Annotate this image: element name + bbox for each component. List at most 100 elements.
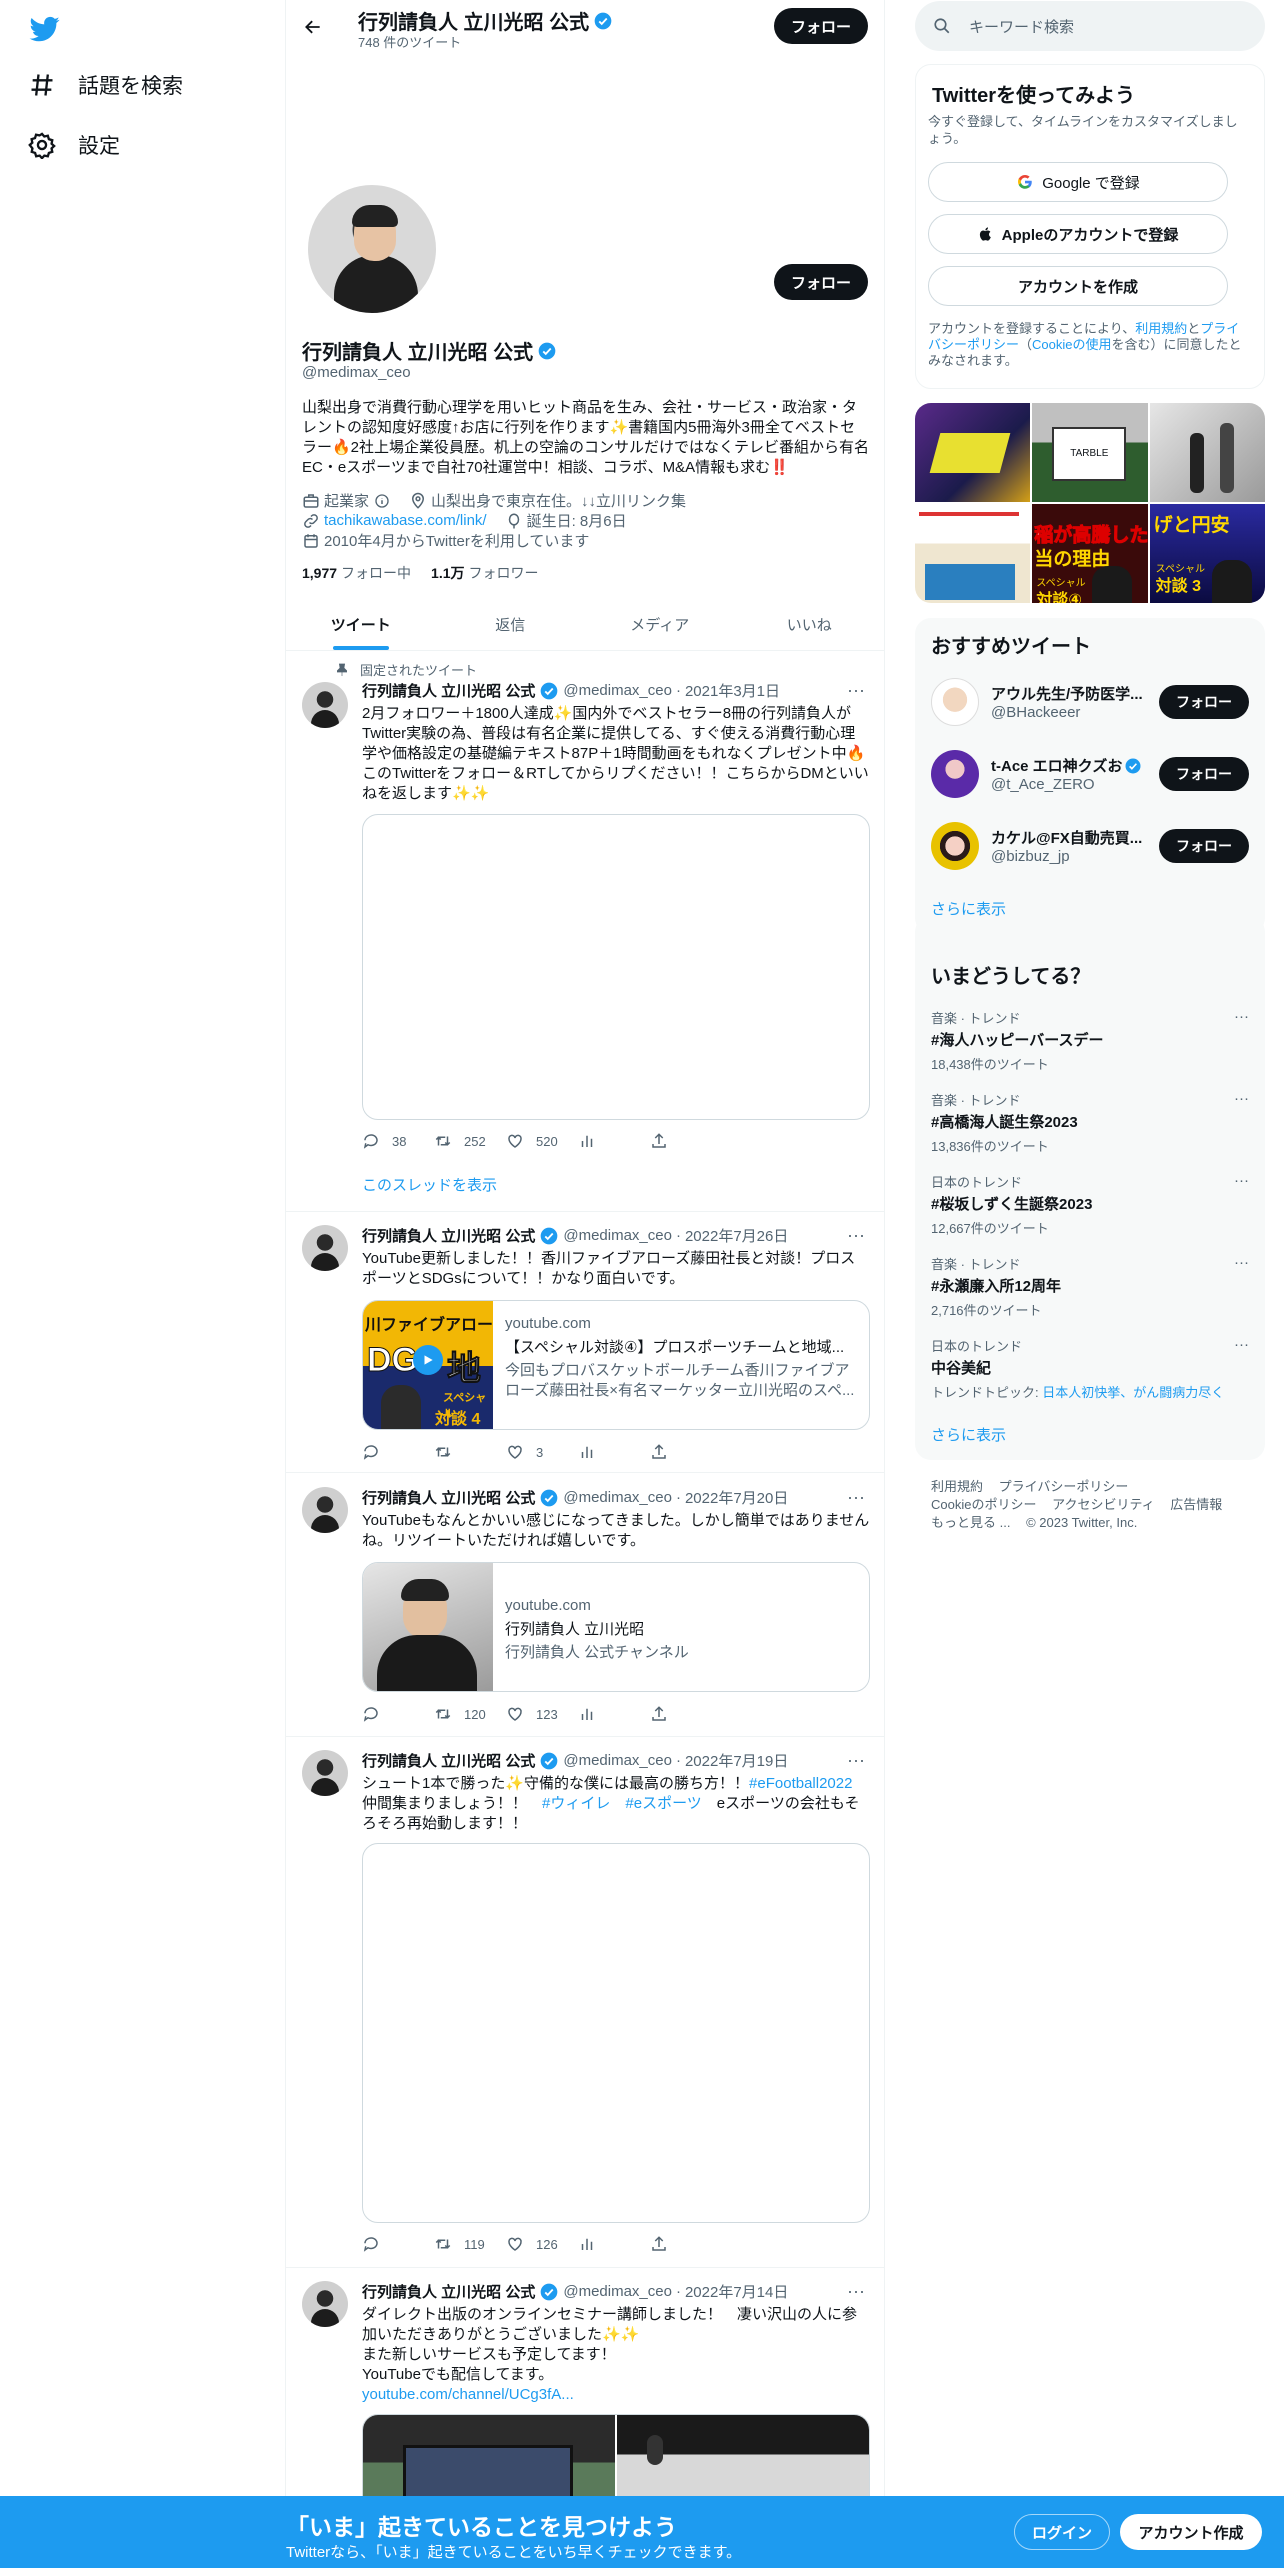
header-follow-button[interactable]: フォロー — [774, 8, 868, 44]
more-options-icon[interactable]: ··· — [1234, 1254, 1249, 1271]
more-options-icon[interactable]: ··· — [844, 1750, 868, 1770]
like-button[interactable]: 520 — [506, 1132, 578, 1150]
trend-item[interactable]: 音楽 · トレンド #高橋海人誕生祭2023 13,836件のツイート ··· — [931, 1090, 1249, 1155]
hashtag-link[interactable]: #eFootball2022 — [749, 1775, 852, 1792]
cookie-link[interactable]: Cookieの使用 — [1032, 337, 1111, 352]
link-card[interactable]: youtube.com 行列請負人 立川光昭 行列請負人 公式チャンネル — [362, 1562, 870, 1692]
author-name[interactable]: 行列請負人 立川光昭 公式 — [362, 1225, 535, 1246]
hashtag-link[interactable]: #ウィイレ — [542, 1795, 610, 1812]
twitter-logo-icon[interactable] — [28, 14, 62, 44]
more-options-icon[interactable]: ··· — [844, 1225, 868, 1245]
avatar[interactable] — [302, 1750, 348, 1796]
reply-button[interactable] — [362, 1443, 434, 1461]
more-options-icon[interactable]: ··· — [1234, 1090, 1249, 1107]
terms-link[interactable]: 利用規約 — [1135, 321, 1187, 336]
reply-button[interactable] — [362, 1705, 434, 1723]
google-signup-button[interactable]: Google で登録 — [928, 162, 1228, 202]
search-box[interactable]: キーワード検索 — [915, 1, 1265, 51]
suggested-user[interactable]: アウル先生/予防医学... @BHackeeer フォロー — [931, 672, 1249, 732]
avatar[interactable] — [931, 678, 979, 726]
media-thumb[interactable]: 稲が高騰した 当の理由 スペシャル 対談④ — [1032, 504, 1148, 603]
avatar[interactable] — [302, 1225, 348, 1271]
back-button[interactable] — [296, 10, 330, 44]
media-thumb[interactable]: TARBLE — [1032, 403, 1148, 502]
tweet[interactable]: 行列請負人 立川光昭 公式 @medimax_ceo · 2022年7月26日 … — [286, 1213, 884, 1473]
create-account-button[interactable]: アカウントを作成 — [928, 266, 1228, 306]
share-button[interactable] — [650, 2235, 722, 2253]
tweet-media-placeholder[interactable] — [362, 814, 870, 1120]
media-thumb[interactable] — [915, 403, 1031, 502]
trend-item[interactable]: 日本のトレンド #桜坂しずく生誕祭2023 12,667件のツイート ··· — [931, 1172, 1249, 1237]
tweet-date[interactable]: 2022年7月19日 — [685, 1750, 788, 1771]
author-handle[interactable]: @medimax_ceo — [563, 1752, 672, 1769]
login-button[interactable]: ログイン — [1014, 2514, 1110, 2550]
analytics-button[interactable] — [578, 1705, 650, 1723]
like-button[interactable]: 3 — [506, 1443, 578, 1461]
footer-link[interactable]: アクセシビリティ — [1052, 1496, 1155, 1514]
trend-topic-links[interactable]: 日本人初快挙、がん闘病力尽く — [1042, 1385, 1224, 1400]
show-more-link[interactable]: さらに表示 — [931, 1424, 1006, 1445]
more-options-icon[interactable]: ··· — [1234, 1008, 1249, 1025]
tab-media[interactable]: メディア — [585, 598, 735, 650]
author-name[interactable]: 行列請負人 立川光昭 公式 — [362, 680, 535, 701]
suggested-user[interactable]: t-Ace エロ神クズお @t_Ace_ZERO フォロー — [931, 744, 1249, 804]
tweet-date[interactable]: 2021年3月1日 — [685, 680, 780, 701]
tab-tweets[interactable]: ツイート — [286, 598, 436, 650]
reply-button[interactable] — [362, 2235, 434, 2253]
more-options-icon[interactable]: ··· — [1234, 1336, 1249, 1353]
retweet-button[interactable]: 119 — [434, 2235, 506, 2253]
nav-settings[interactable]: 設定 — [28, 130, 120, 160]
trend-item[interactable]: 日本のトレンド 中谷美紀 トレンドトピック: 日本人初快挙、がん闘病力尽く ··… — [931, 1336, 1249, 1401]
tweet-pinned[interactable]: 固定されたツイート 行列請負人 立川光昭 公式 @medimax_ceo · 2… — [286, 652, 884, 1212]
author-name[interactable]: 行列請負人 立川光昭 公式 — [362, 1750, 535, 1771]
retweet-button[interactable]: 120 — [434, 1705, 506, 1723]
share-button[interactable] — [650, 1705, 722, 1723]
apple-signup-button[interactable]: Appleのアカウントで登録 — [928, 214, 1228, 254]
more-options-icon[interactable]: ··· — [844, 680, 868, 700]
info-icon[interactable] — [373, 492, 391, 510]
like-button[interactable]: 126 — [506, 2235, 578, 2253]
author-name[interactable]: 行列請負人 立川光昭 公式 — [362, 2281, 535, 2302]
signup-button[interactable]: アカウント作成 — [1120, 2514, 1262, 2550]
avatar[interactable] — [302, 1487, 348, 1533]
follow-button[interactable]: フォロー — [1159, 757, 1249, 791]
more-options-icon[interactable]: ··· — [1234, 1172, 1249, 1189]
follow-button[interactable]: フォロー — [1159, 829, 1249, 863]
author-handle[interactable]: @medimax_ceo — [563, 2283, 672, 2300]
search-input[interactable]: キーワード検索 — [969, 16, 1074, 37]
tweet[interactable]: 行列請負人 立川光昭 公式 @medimax_ceo · 2022年7月19日 … — [286, 1738, 884, 2268]
tweet-date[interactable]: 2022年7月14日 — [685, 2281, 788, 2302]
tweet-date[interactable]: 2022年7月20日 — [685, 1487, 788, 1508]
media-thumb[interactable] — [915, 504, 1031, 603]
more-options-icon[interactable]: ··· — [844, 2281, 868, 2301]
media-thumb[interactable] — [1149, 403, 1265, 502]
footer-link[interactable]: 利用規約 — [931, 1478, 983, 1496]
retweet-button[interactable]: 252 — [434, 1132, 506, 1150]
retweet-button[interactable] — [434, 1443, 506, 1461]
footer-link[interactable]: Cookieのポリシー — [931, 1496, 1036, 1514]
hashtag-link[interactable]: #eスポーツ — [625, 1795, 701, 1812]
followers-stat[interactable]: 1.1万 フォロワー — [431, 563, 538, 583]
avatar[interactable] — [931, 750, 979, 798]
tweet[interactable]: 行列請負人 立川光昭 公式 @medimax_ceo · 2022年7月20日 … — [286, 1475, 884, 1737]
tab-likes[interactable]: いいね — [735, 598, 885, 650]
trend-item[interactable]: 音楽 · トレンド #永瀬廉入所12周年 2,716件のツイート ··· — [931, 1254, 1249, 1319]
tab-replies[interactable]: 返信 — [436, 598, 586, 650]
nav-explore[interactable]: 話題を検索 — [28, 70, 183, 100]
footer-link[interactable]: 広告情報 — [1170, 1496, 1222, 1514]
follow-button[interactable]: フォロー — [1159, 685, 1249, 719]
tweet-link[interactable]: youtube.com/channel/UCg3fA... — [362, 2385, 870, 2405]
show-thread-link[interactable]: このスレッドを表示 — [362, 1176, 870, 1196]
tweet-media-placeholder[interactable] — [362, 1843, 870, 2223]
author-handle[interactable]: @medimax_ceo — [563, 1227, 672, 1244]
footer-link[interactable]: プライバシーポリシー — [999, 1478, 1129, 1496]
avatar[interactable] — [302, 2281, 348, 2327]
media-grid[interactable]: TARBLE 稲が高騰した 当の理由 スペシャル 対談④ げと円安 スペシャル … — [915, 403, 1265, 603]
tweet-date[interactable]: 2022年7月26日 — [685, 1225, 788, 1246]
share-button[interactable] — [650, 1132, 722, 1150]
more-options-icon[interactable]: ··· — [844, 1487, 868, 1507]
avatar[interactable] — [302, 682, 348, 728]
following-stat[interactable]: 1,977 フォロー中 — [302, 563, 411, 583]
trend-item[interactable]: 音楽 · トレンド #海人ハッピーバースデー 18,438件のツイート ··· — [931, 1008, 1249, 1073]
author-handle[interactable]: @medimax_ceo — [563, 1489, 672, 1506]
